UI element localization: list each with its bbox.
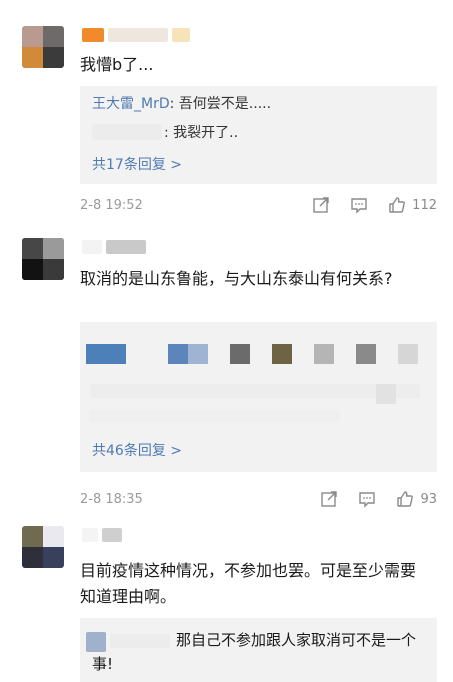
comment-item: 我懵b了... 王大雷_MrD: 吾何尝不是..... : 我裂开了.. 共17… xyxy=(0,0,453,230)
like-count: 93 xyxy=(420,491,437,507)
blurred-avatar xyxy=(272,344,292,364)
comment-time: 2-8 19:52 xyxy=(80,198,143,213)
blurred-username xyxy=(92,124,162,140)
reply-username[interactable]: 王大雷_MrD xyxy=(92,96,170,112)
blurred-avatar xyxy=(398,344,418,364)
comment-item: 取消的是山东鲁能，与大山东泰山有何关系? 共46条回复 > 2-8 18:35 … xyxy=(0,230,453,516)
blurred-avatar xyxy=(86,344,126,364)
reply-text: 那自己不参加跟人家取消可不是一个事! xyxy=(92,631,417,673)
avatar[interactable] xyxy=(22,238,64,280)
blurred-avatar xyxy=(314,344,334,364)
blurred-avatar xyxy=(188,344,208,364)
blurred-reply xyxy=(90,384,420,398)
share-icon[interactable] xyxy=(320,490,338,508)
username[interactable] xyxy=(82,240,146,254)
avatar[interactable] xyxy=(22,26,64,68)
avatar[interactable] xyxy=(22,526,64,568)
comment-icon[interactable] xyxy=(350,196,368,214)
more-replies-link[interactable]: 共17条回复 > xyxy=(92,154,182,174)
reply-box[interactable]: 那自己不参加跟人家取消可不是一个事! xyxy=(80,618,437,682)
reply-text: 我裂开了.. xyxy=(173,125,239,141)
more-replies-link[interactable]: 共46条回复 > xyxy=(92,440,182,460)
username[interactable] xyxy=(82,28,190,42)
blurred-avatar xyxy=(376,384,396,404)
comment-time: 2-8 18:35 xyxy=(80,492,143,507)
like-count: 112 xyxy=(412,197,437,213)
username[interactable] xyxy=(82,528,122,542)
comment-text: 我懵b了... xyxy=(80,55,154,74)
like-icon[interactable] xyxy=(388,196,406,214)
reply-box[interactable]: 王大雷_MrD: 吾何尝不是..... : 我裂开了.. 共17条回复 > xyxy=(80,86,437,184)
reply-line: 王大雷_MrD: 吾何尝不是..... xyxy=(92,96,272,112)
blurred-avatar xyxy=(230,344,250,364)
reply-box[interactable]: 共46条回复 > xyxy=(80,322,437,472)
share-icon[interactable] xyxy=(312,196,330,214)
reply-text: 吾何尝不是..... xyxy=(178,96,272,112)
blurred-reply xyxy=(90,410,340,422)
blurred-avatar xyxy=(356,344,376,364)
comment-text: 取消的是山东鲁能，与大山东泰山有何关系? xyxy=(80,269,393,288)
blurred-avatar xyxy=(168,344,188,364)
comment-icon[interactable] xyxy=(358,490,376,508)
like-icon[interactable] xyxy=(396,490,414,508)
comment-text: 目前疫情这种情况，不参加也罢。可是至少需要知道理由啊。 xyxy=(80,561,417,606)
reply-line: : 我裂开了.. xyxy=(164,125,239,141)
comment-item: 目前疫情这种情况，不参加也罢。可是至少需要知道理由啊。 那自己不参加跟人家取消可… xyxy=(0,516,453,682)
